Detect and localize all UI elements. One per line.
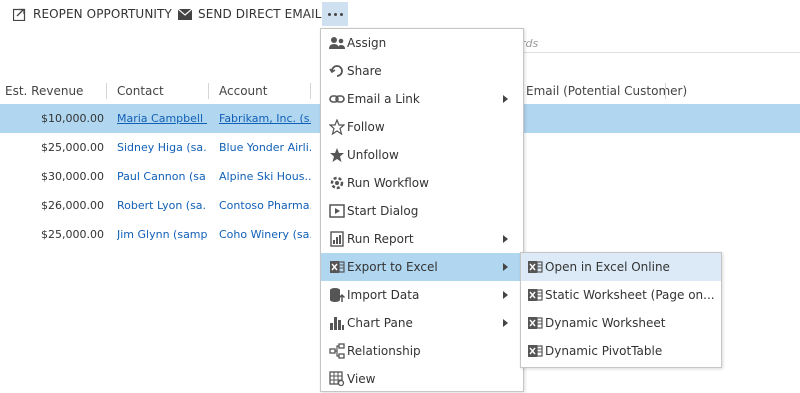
menu-item-export-to-excel[interactable]: Export to Excel [321, 253, 523, 281]
menu-item-label: Follow [347, 120, 385, 134]
excel-icon [330, 261, 345, 273]
menu-item-label: Chart Pane [347, 316, 413, 330]
menu-item-chart-pane[interactable]: Chart Pane [321, 309, 523, 337]
more-commands-button[interactable] [322, 2, 348, 26]
column-divider[interactable] [208, 83, 209, 99]
account-link[interactable]: Blue Yonder Airli... [219, 133, 311, 162]
menu-item-label: Unfollow [347, 148, 399, 162]
account-link[interactable]: Coho Winery (sa... [219, 220, 311, 249]
assign-icon [329, 37, 345, 49]
submenu-item-dynamic-pivottable[interactable]: Dynamic PivotTable [521, 337, 721, 365]
chevron-right-icon [503, 319, 508, 327]
menu-item-share[interactable]: Share [321, 57, 523, 85]
chevron-right-icon [503, 291, 508, 299]
star-filled-icon [330, 148, 344, 162]
excel-icon [528, 317, 543, 329]
menu-item-label: Import Data [347, 288, 420, 302]
submenu-item-dynamic-worksheet[interactable]: Dynamic Worksheet [521, 309, 721, 337]
menu-item-start-dialog[interactable]: Start Dialog [321, 197, 523, 225]
menu-item-label: Relationship [347, 344, 421, 358]
menu-item-run-workflow[interactable]: Run Workflow [321, 169, 523, 197]
excel-icon [528, 289, 543, 301]
menu-item-follow[interactable]: Follow [321, 113, 523, 141]
revenue-cell: $10,000.00 [41, 112, 104, 125]
menu-item-import-data[interactable]: Import Data [321, 281, 523, 309]
view-icon [329, 371, 345, 387]
export-to-excel-submenu: Open in Excel Online Static Worksheet (P… [520, 252, 722, 368]
submenu-item-label: Dynamic PivotTable [545, 344, 663, 358]
excel-icon [528, 345, 543, 357]
submenu-item-static-worksheet[interactable]: Static Worksheet (Page on... [521, 281, 721, 309]
excel-icon [528, 261, 543, 273]
contact-link[interactable]: Paul Cannon (sa... [117, 162, 207, 191]
column-divider[interactable] [106, 83, 107, 99]
column-divider[interactable] [665, 83, 666, 99]
send-direct-email-button[interactable]: SEND DIRECT EMAIL [178, 0, 322, 28]
ellipsis-icon [327, 12, 331, 16]
dialog-icon [329, 204, 345, 218]
menu-item-run-report[interactable]: Run Report [321, 225, 523, 253]
submenu-item-label: Open in Excel Online [545, 260, 670, 274]
account-link[interactable]: Contoso Pharma... [219, 191, 311, 220]
chevron-right-icon [503, 235, 508, 243]
share-icon [329, 65, 343, 77]
reopen-icon [13, 8, 27, 21]
menu-item-label: Run Workflow [347, 176, 429, 190]
menu-item-label: Run Report [347, 232, 414, 246]
column-header-account[interactable]: Account [219, 78, 267, 104]
column-header-email[interactable]: Email (Potential Customer) [526, 78, 687, 104]
contact-link[interactable]: Robert Lyon (sa... [117, 191, 207, 220]
contact-link[interactable]: Sidney Higa (sa... [117, 133, 207, 162]
submenu-item-open-in-excel-online[interactable]: Open in Excel Online [521, 253, 721, 281]
contact-link[interactable]: Maria Campbell ... [117, 104, 207, 133]
menu-item-label: Assign [347, 36, 387, 50]
relationship-icon [329, 343, 345, 359]
column-divider[interactable] [310, 83, 311, 99]
report-icon [330, 231, 344, 247]
reopen-opportunity-label: REOPEN OPPORTUNITY [33, 7, 172, 21]
menu-item-label: Email a Link [347, 92, 420, 106]
revenue-cell: $25,000.00 [41, 141, 104, 154]
star-outline-icon [329, 119, 345, 135]
workflow-icon [330, 176, 344, 190]
ellipsis-dot [339, 12, 343, 16]
menu-item-label: Share [347, 64, 382, 78]
column-header-est-revenue[interactable]: Est. Revenue [5, 78, 83, 104]
column-header-contact[interactable]: Contact [117, 78, 164, 104]
revenue-cell: $25,000.00 [41, 228, 104, 241]
account-link[interactable]: Alpine Ski Hous... [219, 162, 311, 191]
contact-link[interactable]: Jim Glynn (samp... [117, 220, 207, 249]
import-icon [330, 288, 345, 302]
chart-icon [330, 317, 344, 330]
chevron-right-icon [503, 95, 508, 103]
ellipsis-dot [333, 12, 337, 16]
menu-item-label: View [347, 372, 376, 386]
more-commands-menu: Assign Share Email a Link Follow Unfollo… [320, 28, 524, 392]
envelope-icon [178, 8, 192, 20]
menu-item-unfollow[interactable]: Unfollow [321, 141, 523, 169]
menu-item-relationship[interactable]: Relationship [321, 337, 523, 365]
submenu-item-label: Dynamic Worksheet [545, 316, 666, 330]
chevron-right-icon [503, 263, 508, 271]
revenue-cell: $30,000.00 [41, 170, 104, 183]
menu-item-assign[interactable]: Assign [321, 29, 523, 57]
menu-item-label: Export to Excel [347, 260, 438, 274]
menu-item-label: Start Dialog [347, 204, 419, 218]
revenue-cell: $26,000.00 [41, 199, 104, 212]
menu-item-view[interactable]: View [321, 365, 523, 393]
menu-item-email-a-link[interactable]: Email a Link [321, 85, 523, 113]
send-direct-email-label: SEND DIRECT EMAIL [198, 7, 322, 21]
reopen-opportunity-button[interactable]: REOPEN OPPORTUNITY [13, 0, 172, 28]
account-link[interactable]: Fabrikam, Inc. (s... [219, 104, 311, 133]
command-bar: REOPEN OPPORTUNITY SEND DIRECT EMAIL [0, 0, 800, 28]
link-icon [329, 95, 345, 103]
submenu-item-label: Static Worksheet (Page on... [545, 288, 715, 302]
